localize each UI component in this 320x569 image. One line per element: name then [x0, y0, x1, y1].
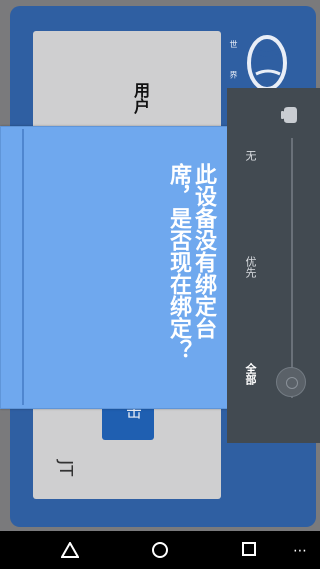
mode-slider-knob[interactable] — [276, 367, 306, 397]
dialog-message: 此设备没有绑定台席，是否现在绑定？ — [166, 163, 216, 361]
mode-option-all[interactable]: 全部 — [242, 363, 258, 385]
username-label: 用户 — [131, 82, 150, 114]
recents-icon[interactable] — [242, 542, 256, 556]
mode-option-none[interactable]: 无 — [242, 150, 258, 161]
mode-option-priority[interactable]: 优先 — [242, 256, 258, 278]
brand-text: 世 界 — [229, 40, 238, 89]
bell-icon — [281, 107, 297, 123]
notification-mode-panel — [227, 88, 320, 443]
dialog-divider — [22, 129, 24, 405]
bind-seat-dialog[interactable]: 此设备没有绑定台席，是否现在绑定？ — [0, 126, 229, 409]
more-icon[interactable]: ⋯ — [293, 543, 308, 559]
back-icon[interactable] — [61, 542, 79, 558]
mode-slider-track[interactable] — [291, 138, 293, 398]
home-icon[interactable] — [151, 541, 169, 559]
footer-label: JT — [55, 460, 76, 477]
